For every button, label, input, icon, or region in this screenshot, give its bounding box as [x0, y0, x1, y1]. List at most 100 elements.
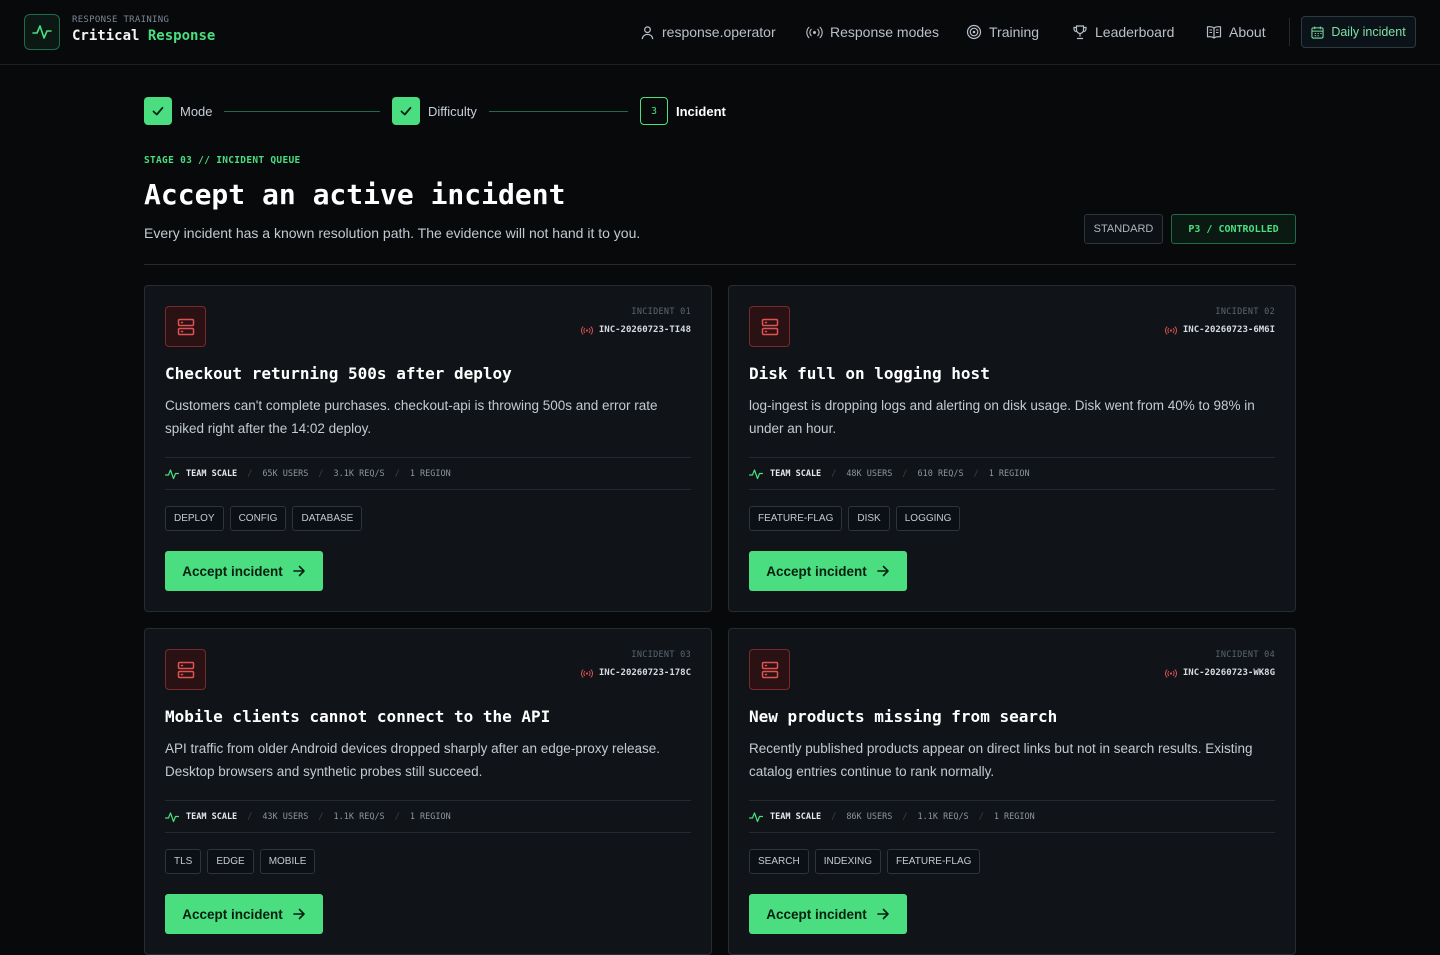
region-count: 1 REGION — [409, 811, 451, 822]
incident-id-text: INC-20260723-6M6I — [1182, 325, 1275, 335]
arrow-right-icon — [292, 908, 305, 920]
signal-icon — [580, 668, 593, 678]
incident-description: API traffic from older Android devices d… — [165, 741, 661, 779]
tag: FEATURE-FLAG — [887, 849, 981, 874]
tag: EDGE — [207, 849, 254, 874]
accept-incident-button[interactable]: Accept incident — [749, 551, 907, 591]
incident-card: INCIDENT 01 INC-20260723-TI48 Checkout r… — [144, 285, 712, 612]
server-icon — [165, 306, 206, 347]
accept-incident-button[interactable]: Accept incident — [749, 894, 907, 934]
tag-list: FEATURE-FLAG DISK LOGGING — [749, 506, 961, 531]
user-icon — [641, 25, 654, 39]
section-divider — [144, 264, 1296, 265]
meta-separator: / — [394, 468, 400, 479]
broadcast-icon — [806, 26, 823, 38]
step-label-difficulty[interactable]: Difficulty — [428, 104, 477, 119]
server-icon — [749, 306, 790, 347]
activity-icon — [165, 811, 179, 822]
incident-scale-row: TEAM SCALE / 86K USERS / 1.1K REQ/S / 1 … — [749, 800, 1275, 833]
meta-separator: / — [902, 811, 908, 822]
nav-item-response-modes[interactable]: Response modes — [806, 0, 939, 64]
incident-title: Mobile clients cannot connect to the API — [165, 707, 551, 726]
nav-item-operator[interactable]: response.operator — [640, 0, 776, 64]
accept-incident-button[interactable]: Accept incident — [165, 894, 323, 934]
users-count: 65K USERS — [262, 468, 309, 479]
page-subtitle: Every incident has a known resolution pa… — [144, 225, 641, 241]
region-count: 1 REGION — [993, 811, 1035, 822]
incident-id: INC-20260723-178C — [580, 668, 691, 678]
activity-icon — [749, 811, 763, 822]
region-count: 1 REGION — [988, 468, 1030, 479]
incident-title: Disk full on logging host — [749, 364, 990, 383]
tag: TLS — [165, 849, 202, 874]
accept-label: Accept incident — [182, 563, 283, 579]
trophy-icon — [1073, 25, 1087, 40]
tag-list: SEARCH INDEXING FEATURE-FLAG — [749, 849, 981, 874]
scale-label: TEAM SCALE — [770, 468, 822, 479]
brand-name-accent: Response — [147, 28, 216, 44]
arrow-right-icon — [876, 565, 889, 577]
incident-id-text: INC-20260723-178C — [598, 668, 691, 678]
priority-badge: P3 / CONTROLLED — [1171, 214, 1296, 244]
server-icon — [165, 649, 206, 690]
incident-scale-row: TEAM SCALE / 48K USERS / 610 REQ/S / 1 R… — [749, 457, 1275, 490]
incident-scale-row: TEAM SCALE / 65K USERS / 3.1K REQ/S / 1 … — [165, 457, 691, 490]
activity-icon — [165, 468, 179, 479]
check-icon — [152, 106, 164, 116]
page-title: Accept an active incident — [144, 178, 566, 211]
pulse-icon[interactable] — [24, 14, 60, 50]
step-label-mode[interactable]: Mode — [180, 104, 213, 119]
daily-incident-button[interactable]: Daily incident — [1301, 16, 1416, 48]
signal-icon — [1164, 325, 1177, 335]
incident-scale-row: TEAM SCALE / 43K USERS / 1.1K REQ/S / 1 … — [165, 800, 691, 833]
incident-description: Recently published products appear on di… — [749, 741, 1253, 779]
accept-incident-button[interactable]: Accept incident — [165, 551, 323, 591]
scale-label: TEAM SCALE — [770, 811, 822, 822]
nav-label: About — [1229, 24, 1266, 40]
calendar-icon — [1311, 25, 1324, 39]
nav-item-training[interactable]: Training — [966, 0, 1039, 64]
incident-id: INC-20260723-TI48 — [580, 325, 691, 335]
daily-incident-label: Daily incident — [1331, 25, 1406, 39]
meta-separator: / — [247, 811, 253, 822]
incident-card: INCIDENT 03 INC-20260723-178C Mobile cli… — [144, 628, 712, 955]
incident-id: INC-20260723-WK8G — [1164, 668, 1275, 678]
step-difficulty-check[interactable] — [392, 97, 420, 125]
request-rate: 610 REQ/S — [917, 468, 964, 479]
brand-name-primary: Critical — [72, 28, 140, 44]
meta-separator: / — [831, 468, 837, 479]
step-mode-check[interactable] — [144, 97, 172, 125]
users-count: 86K USERS — [846, 811, 893, 822]
target-icon — [966, 24, 982, 40]
meta-separator: / — [973, 468, 979, 479]
scale-label: TEAM SCALE — [186, 811, 238, 822]
nav-label: Response modes — [830, 24, 939, 40]
step-incident-number: 3 — [640, 97, 668, 125]
incident-card: INCIDENT 04 INC-20260723-WK8G New produc… — [728, 628, 1296, 955]
tag: SEARCH — [749, 849, 809, 874]
tag-list: DEPLOY CONFIG DATABASE — [165, 506, 363, 531]
brand-name[interactable]: Critical Response — [72, 28, 215, 44]
tag: DISK — [848, 506, 890, 531]
meta-separator: / — [318, 468, 324, 479]
server-icon — [749, 649, 790, 690]
users-count: 43K USERS — [262, 811, 309, 822]
incident-title: Checkout returning 500s after deploy — [165, 364, 512, 383]
scale-label: TEAM SCALE — [186, 468, 238, 479]
tag: INDEXING — [814, 849, 882, 874]
nav-label: Leaderboard — [1095, 24, 1175, 40]
book-icon — [1206, 25, 1222, 39]
incident-id-text: INC-20260723-TI48 — [598, 325, 691, 335]
nav-item-leaderboard[interactable]: Leaderboard — [1072, 0, 1174, 64]
meta-separator: / — [902, 468, 908, 479]
request-rate: 1.1K REQ/S — [917, 811, 969, 822]
mode-badge: STANDARD — [1084, 214, 1163, 244]
meta-separator: / — [247, 468, 253, 479]
nav-label: response.operator — [662, 24, 776, 40]
accept-label: Accept incident — [766, 906, 867, 922]
step-label-incident: Incident — [676, 104, 726, 119]
nav-label: Training — [989, 24, 1040, 40]
request-rate: 3.1K REQ/S — [333, 468, 385, 479]
tag: FEATURE-FLAG — [749, 506, 843, 531]
nav-item-about[interactable]: About — [1206, 0, 1266, 64]
